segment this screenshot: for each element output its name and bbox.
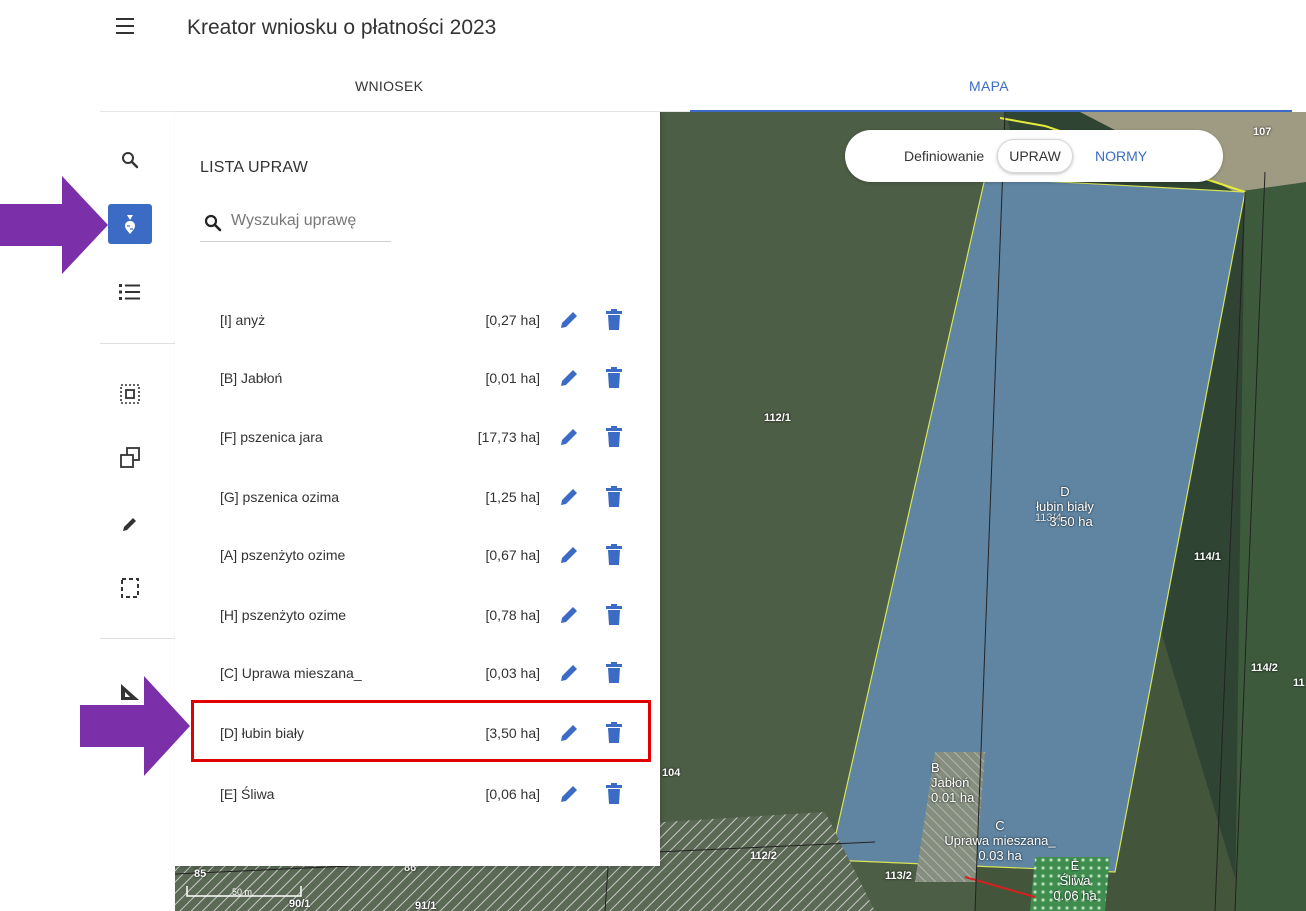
app-header: Kreator wniosku o płatności 2023 bbox=[0, 0, 1306, 60]
crop-name: [I] anyż bbox=[220, 312, 266, 328]
crop-name: [F] pszenica jara bbox=[220, 429, 323, 445]
annotation-arrow bbox=[80, 676, 190, 776]
copy-shape-icon[interactable] bbox=[108, 438, 152, 478]
toolbar-divider bbox=[100, 638, 175, 639]
crop-name: [A] pszenżyto ozime bbox=[220, 547, 346, 563]
crop-area: [0,03 ha] bbox=[485, 665, 541, 681]
crop-name: [E] Śliwa bbox=[220, 786, 275, 802]
toolbar-divider bbox=[100, 343, 175, 344]
crop-search bbox=[200, 204, 391, 242]
map-toolbar bbox=[100, 112, 175, 911]
edit-icon[interactable] bbox=[558, 604, 580, 626]
edit-icon[interactable] bbox=[558, 367, 580, 389]
edit-icon[interactable] bbox=[558, 544, 580, 566]
crop-row[interactable]: [G] pszenica ozima [1,25 ha] bbox=[215, 481, 635, 513]
trash-icon[interactable] bbox=[605, 426, 623, 448]
parcel-label: 112/2 bbox=[750, 850, 777, 862]
edit-icon[interactable] bbox=[558, 426, 580, 448]
pencil-icon[interactable] bbox=[108, 504, 152, 544]
crop-name: [C] Uprawa mieszana_ bbox=[220, 665, 362, 681]
app-title: Kreator wniosku o płatności 2023 bbox=[187, 16, 497, 39]
parcel-label: 90/1 bbox=[289, 898, 311, 910]
crop-area: [0,78 ha] bbox=[485, 607, 541, 623]
crop-row[interactable]: [H] pszenżyto ozime [0,78 ha] bbox=[215, 599, 635, 631]
parcel-label: 104 bbox=[662, 767, 681, 779]
list-icon[interactable] bbox=[108, 272, 152, 312]
parcel-label: 85 bbox=[194, 868, 207, 880]
trash-icon[interactable] bbox=[605, 604, 623, 626]
select-area-icon[interactable] bbox=[108, 374, 152, 414]
crop-row[interactable]: [A] pszenżyto ozime [0,67 ha] bbox=[215, 539, 635, 571]
highlight-frame bbox=[191, 700, 651, 762]
dashed-rect-icon[interactable] bbox=[108, 568, 152, 608]
crop-row[interactable]: [C] Uprawa mieszana_ [0,03 ha] bbox=[215, 657, 635, 689]
tab-mapa[interactable]: MAPA bbox=[969, 78, 1009, 94]
toggle-normy[interactable]: NORMY bbox=[1095, 148, 1147, 164]
crop-row[interactable]: [B] Jabłoń [0,01 ha] bbox=[215, 362, 635, 394]
crop-search-input[interactable] bbox=[231, 208, 389, 234]
toggle-label: Definiowanie bbox=[904, 148, 985, 164]
crop-area: [0,01 ha] bbox=[485, 370, 541, 386]
toggle-upraw[interactable]: UPRAW bbox=[997, 139, 1073, 173]
crop-row[interactable]: [F] pszenica jara [17,73 ha] bbox=[215, 421, 635, 453]
trash-icon[interactable] bbox=[605, 367, 623, 389]
parcel-label: 91/1 bbox=[415, 900, 437, 911]
menu-icon[interactable] bbox=[116, 17, 138, 35]
parcel-label: 107 bbox=[1253, 126, 1272, 138]
trash-icon[interactable] bbox=[605, 783, 623, 805]
parcel-label: 114/2 bbox=[1251, 662, 1278, 674]
beet-icon[interactable] bbox=[108, 204, 152, 244]
crop-row[interactable]: [I] anyż [0,27 ha] bbox=[215, 304, 635, 336]
crop-area: [0,06 ha] bbox=[485, 786, 541, 802]
parcel-label: 114/1 bbox=[1194, 551, 1221, 563]
crop-row[interactable]: [E] Śliwa [0,06 ha] bbox=[215, 778, 635, 810]
crop-label-b: B Jabłoń 0.01 ha bbox=[931, 760, 975, 805]
tab-wniosek[interactable]: WNIOSEK bbox=[355, 78, 423, 94]
parcel-label: 11 bbox=[1293, 677, 1305, 689]
edit-icon[interactable] bbox=[558, 486, 580, 508]
crop-name: [G] pszenica ozima bbox=[220, 489, 340, 505]
crop-label-c: C Uprawa mieszana_ 0.03 ha bbox=[944, 818, 1056, 863]
panel-title: LISTA UPRAW bbox=[200, 159, 308, 176]
trash-icon[interactable] bbox=[605, 486, 623, 508]
crop-area: [0,67 ha] bbox=[485, 547, 541, 563]
crop-area: [17,73 ha] bbox=[477, 429, 540, 445]
edit-icon[interactable] bbox=[558, 783, 580, 805]
parcel-label: 113/2 bbox=[885, 870, 912, 882]
crop-label-e: E Śliwa 0.06 ha bbox=[1053, 858, 1097, 903]
crop-area: [1,25 ha] bbox=[485, 489, 541, 505]
crop-area: [0,27 ha] bbox=[485, 312, 541, 328]
search-icon[interactable] bbox=[108, 140, 152, 180]
crop-name: [B] Jabłoń bbox=[220, 370, 283, 386]
trash-icon[interactable] bbox=[605, 544, 623, 566]
scale-label: 50 m bbox=[232, 887, 253, 897]
trash-icon[interactable] bbox=[605, 662, 623, 684]
edit-icon[interactable] bbox=[558, 309, 580, 331]
parcel-label: 112/1 bbox=[764, 412, 791, 424]
edit-icon[interactable] bbox=[558, 662, 580, 684]
annotation-arrow bbox=[0, 176, 108, 274]
search-icon bbox=[204, 214, 222, 232]
crop-label-d: D łubin biały 113/4 3.50 ha bbox=[1035, 484, 1094, 529]
definition-mode-toggle: Definiowanie UPRAW NORMY bbox=[845, 130, 1223, 182]
crop-name: [H] pszenżyto ozime bbox=[220, 607, 347, 623]
trash-icon[interactable] bbox=[605, 309, 623, 331]
main-tabs: WNIOSEK MAPA bbox=[100, 68, 1292, 113]
